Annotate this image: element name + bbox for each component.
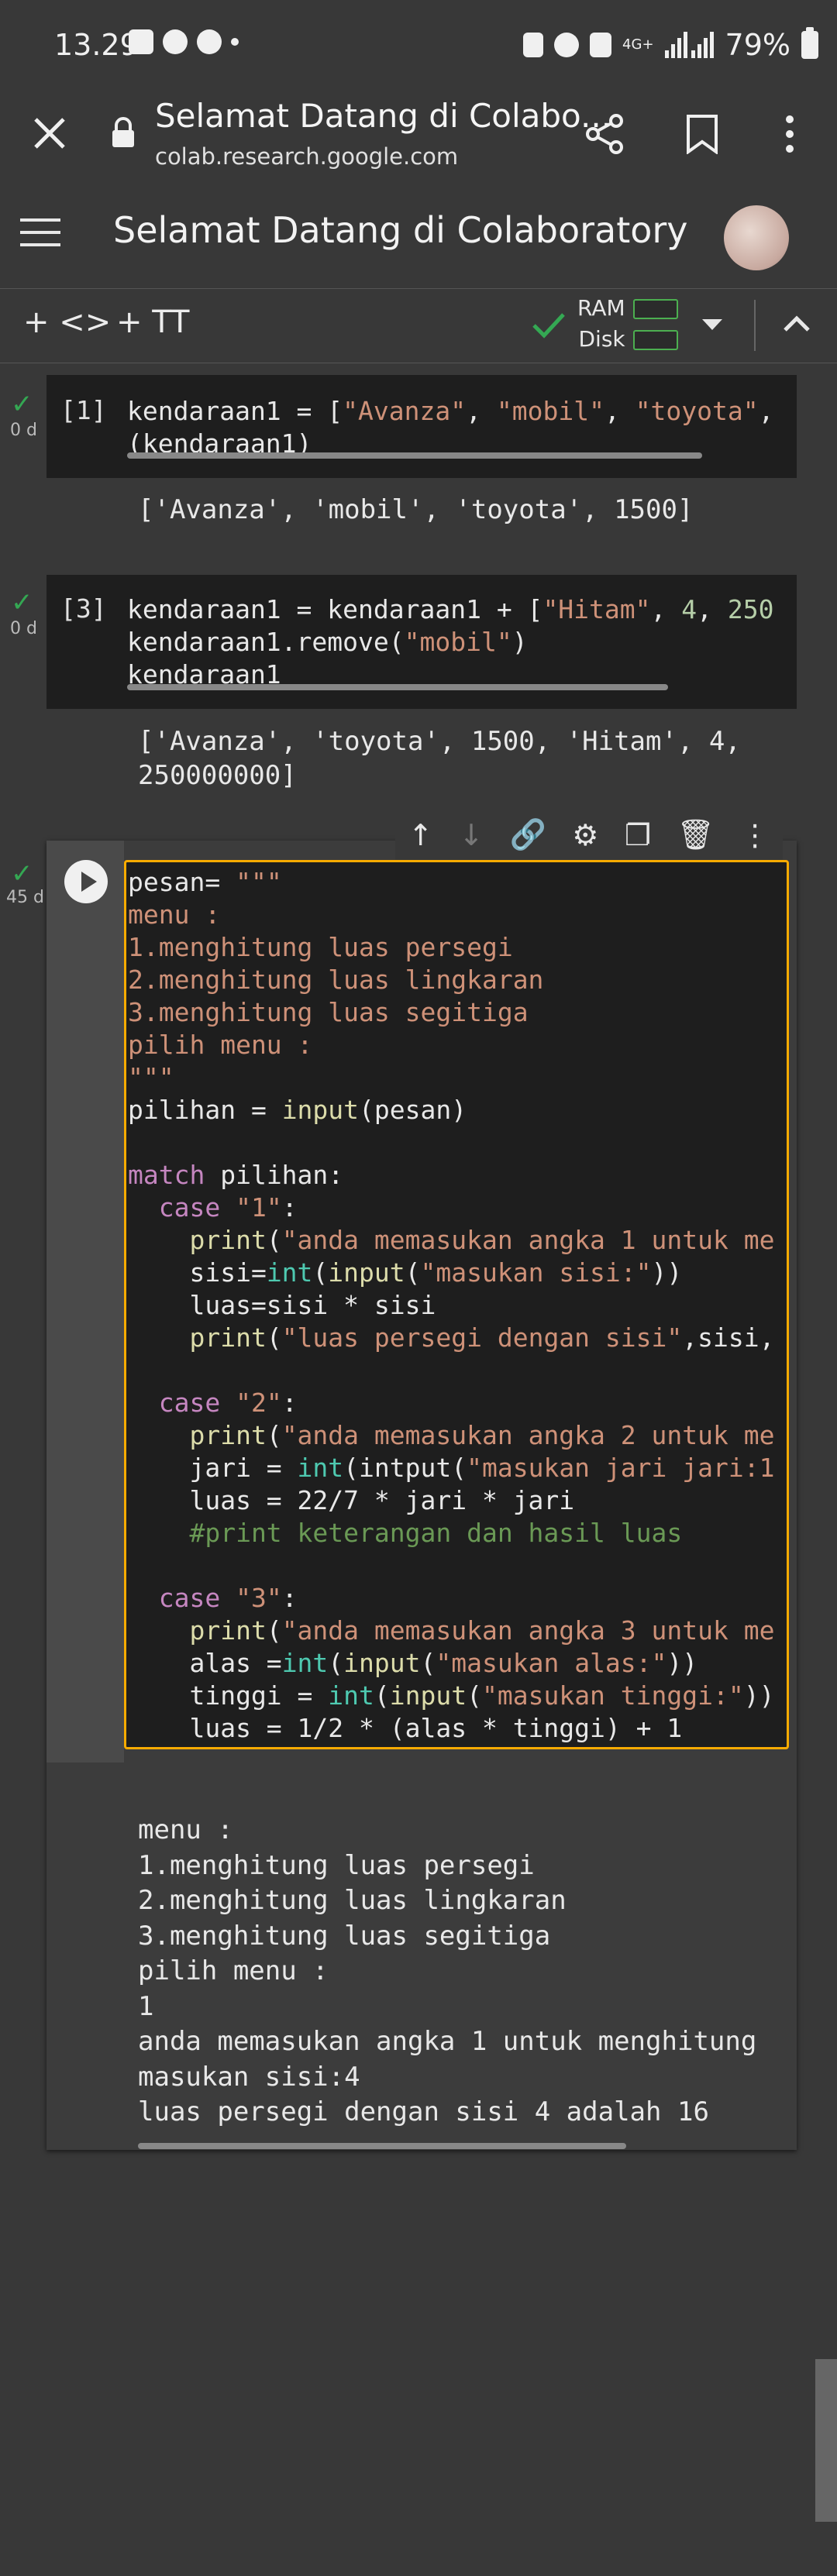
share-icon[interactable] [585, 114, 625, 154]
mute-icon [590, 33, 612, 57]
settings-icon[interactable]: ⚙ [572, 818, 598, 852]
signal-icon [664, 32, 714, 58]
chevron-up-icon[interactable] [783, 315, 811, 333]
cell-2-status: 0 d [10, 619, 37, 638]
connected-check-icon [532, 313, 565, 339]
system-icons: 4G+ 79% [523, 27, 818, 62]
cell-2-scrollbar[interactable] [127, 684, 668, 690]
cell-toolbar: ↑ ↓ 🔗 ⚙ ❐ 🗑 ⋮ [395, 810, 783, 860]
facebook-icon [197, 29, 222, 54]
more-vert-icon[interactable]: ⋮ [740, 818, 770, 852]
cell-1-scrollbar[interactable] [127, 452, 702, 459]
cell-1-code[interactable]: kendaraan1 = ["Avanza", "mobil", "toyota… [127, 395, 794, 460]
link-icon[interactable]: 🔗 [509, 817, 546, 852]
cell-3-output-scrollbar[interactable] [138, 2143, 626, 2149]
page-title: Selamat Datang di Colaboratory [113, 209, 688, 251]
cell-2-done-icon: ✓ [11, 587, 33, 618]
resource-labels[interactable]: RAM Disk [577, 293, 625, 355]
cell-1-exec-count: [1] [60, 395, 107, 425]
cell-3-editor[interactable]: pesan= """ menu : 1.menghitung luas pers… [124, 860, 789, 1749]
page-scrollbar[interactable] [815, 2359, 837, 2522]
cell-3-done-icon: ✓ [11, 858, 33, 889]
lock-icon [112, 117, 134, 147]
delete-icon[interactable]: 🗑 [677, 817, 714, 852]
disk-meter [633, 330, 678, 350]
menu-icon[interactable] [20, 217, 60, 248]
browser-page-title[interactable]: Selamat Datang di Colabo... [155, 97, 611, 135]
cell-1-status: 0 d [10, 421, 37, 440]
avatar[interactable] [724, 205, 789, 270]
cell-3-output: menu : 1.menghitung luas persegi 2.mengh… [138, 1814, 757, 2127]
browser-url[interactable]: colab.research.google.com [155, 143, 458, 170]
cell-1-done-icon: ✓ [11, 389, 33, 420]
mirror-cell-icon[interactable]: ❐ [625, 818, 651, 852]
status-bar: 13.29 4G+ 79% [0, 0, 837, 93]
gallery-icon [129, 29, 153, 54]
sync-icon [523, 33, 544, 57]
add-code-button[interactable]: + <> [23, 304, 111, 340]
ram-label: RAM [577, 295, 625, 321]
move-up-icon[interactable]: ↑ [408, 818, 433, 852]
add-text-button[interactable]: + TT [116, 304, 189, 340]
ram-meter [633, 299, 678, 319]
battery-percent: 79% [725, 28, 790, 62]
run-cell-button[interactable] [64, 860, 108, 903]
cell-2-code[interactable]: kendaraan1 = kendaraan1 + ["Hitam", 4, 2… [127, 593, 794, 691]
bookmark-icon[interactable] [685, 114, 719, 154]
chevron-down-icon[interactable] [702, 319, 722, 332]
dot-icon [231, 38, 239, 46]
network-type: 4G+ [622, 36, 654, 53]
battery-icon [801, 27, 818, 59]
notification-icons [129, 29, 239, 54]
alarm-icon [554, 33, 580, 57]
disk-label: Disk [578, 326, 625, 352]
cell-2-exec-count: [3] [60, 593, 107, 624]
cell-3-code[interactable]: pesan= """ menu : 1.menghitung luas pers… [128, 866, 775, 1745]
close-icon[interactable] [31, 115, 68, 152]
cell-2-output: ['Avanza', 'toyota', 1500, 'Hitam', 4, 2… [138, 726, 741, 791]
whatsapp-icon [163, 29, 188, 54]
cell-3-status: 45 d [6, 888, 44, 907]
cell-3-gutter [46, 841, 124, 1763]
more-vert-icon[interactable] [780, 114, 799, 154]
toolbar-divider [754, 300, 756, 351]
move-down-icon[interactable]: ↓ [459, 818, 484, 852]
status-time: 13.29 [54, 28, 139, 62]
cell-1-output: ['Avanza', 'mobil', 'toyota', 1500] [138, 494, 694, 525]
